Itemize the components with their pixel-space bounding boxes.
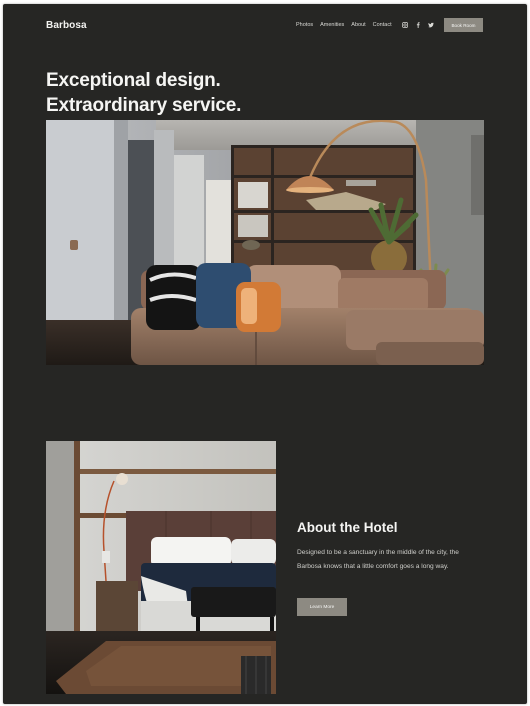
page: Barbosa Photos Amenities About Contact B… [3,4,527,704]
nav-link-amenities[interactable]: Amenities [320,22,344,28]
hero-title-line2: Extraordinary service. [46,95,242,116]
instagram-icon[interactable] [401,22,408,28]
hero-title: Exceptional design. Extraordinary servic… [46,68,241,118]
facebook-icon[interactable] [415,22,421,28]
book-room-button[interactable]: Book Room [444,18,483,32]
twitter-icon[interactable] [427,22,434,28]
nav-link-about[interactable]: About [351,22,365,28]
nav-link-photos[interactable]: Photos [296,22,313,28]
learn-more-button[interactable]: Learn More [297,598,347,616]
social-icons [401,22,434,28]
about-title: About the Hotel [297,520,398,535]
hero-title-line1: Exceptional design. [46,70,221,91]
nav-link-contact[interactable]: Contact [373,22,392,28]
brand-logo[interactable]: Barbosa [46,20,87,31]
hotel-bedroom-image [46,441,276,694]
about-description: Designed to be a sanctuary in the middle… [297,549,459,570]
main-nav: Photos Amenities About Contact [296,22,434,28]
hero-living-room-image [46,120,484,365]
